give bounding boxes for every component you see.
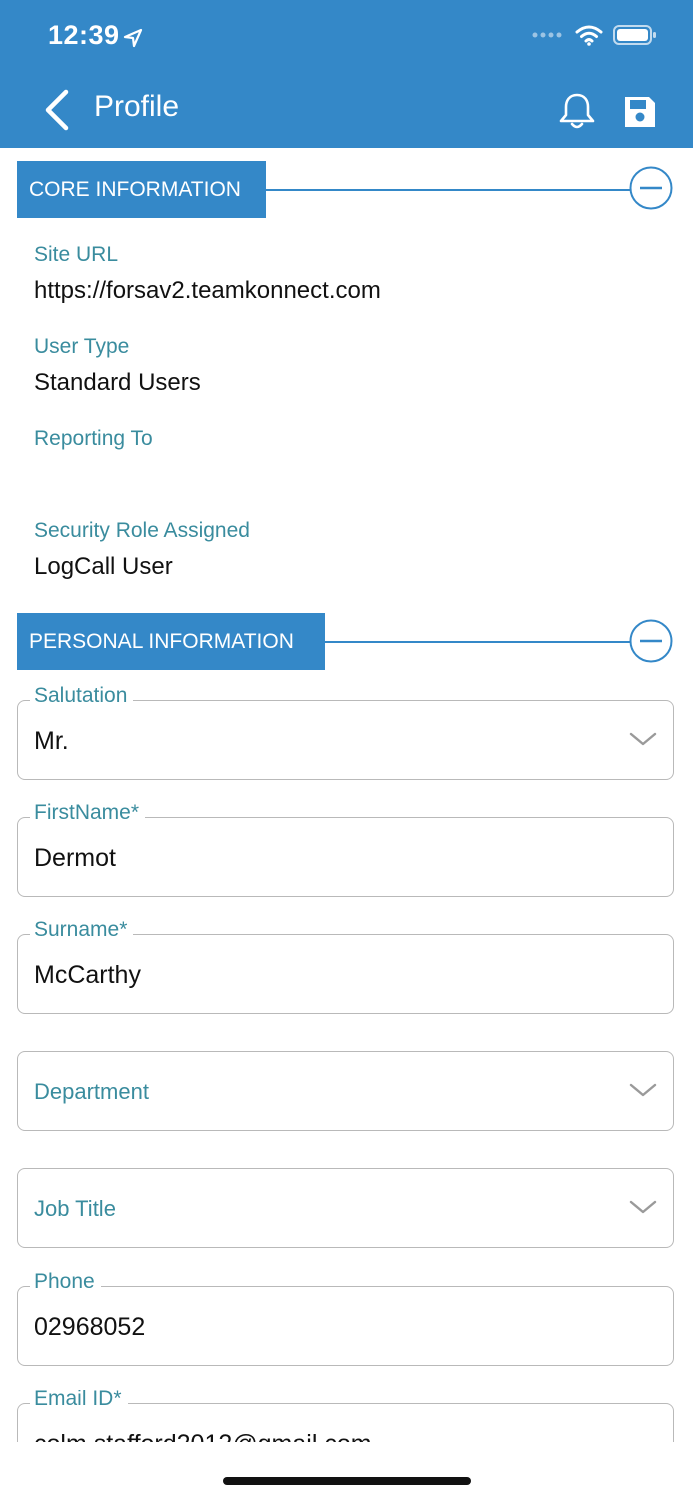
surname-field[interactable]: Surname* McCarthy <box>17 918 674 1014</box>
salutation-select[interactable]: Salutation Mr. <box>17 684 674 780</box>
status-time: 12:39 <box>48 20 120 50</box>
email-label: Email ID* <box>30 1390 128 1411</box>
collapse-personal-icon[interactable] <box>629 619 673 663</box>
section-divider <box>325 641 630 643</box>
wifi-icon <box>575 25 603 46</box>
surname-value: McCarthy <box>34 961 141 989</box>
phone-field[interactable]: Phone 02968052 <box>17 1270 674 1366</box>
section-title: PERSONAL INFORMATION <box>17 613 325 670</box>
firstname-value: Dermot <box>34 844 116 872</box>
job-title-placeholder: Job Title <box>34 1196 116 1221</box>
email-value: colm.stafford2012@gmail.com <box>34 1430 372 1442</box>
surname-label: Surname* <box>30 918 134 942</box>
department-placeholder: Department <box>34 1079 149 1104</box>
salutation-label: Salutation <box>30 684 134 708</box>
status-icons <box>531 24 657 46</box>
core-information-section-header: CORE INFORMATION <box>17 161 676 218</box>
collapse-core-icon[interactable] <box>629 166 673 210</box>
app-header: 12:39 Profile <box>0 0 693 148</box>
user-type-value: Standard Users <box>34 369 201 396</box>
battery-icon <box>613 25 656 45</box>
phone-label: Phone <box>30 1270 101 1294</box>
security-role-label: Security Role Assigned <box>34 519 250 542</box>
reporting-to-label: Reporting To <box>34 427 153 450</box>
cellular-signal-icon <box>532 32 562 38</box>
chevron-down-icon <box>629 1083 657 1097</box>
chevron-down-icon <box>629 732 657 746</box>
site-url-value: https://forsav2.teamkonnect.com <box>34 277 381 304</box>
home-indicator[interactable] <box>223 1477 471 1485</box>
site-url-label: Site URL <box>34 243 119 266</box>
page-title: Profile <box>94 90 180 123</box>
job-title-select[interactable]: Job Title <box>17 1168 674 1248</box>
firstname-field[interactable]: FirstName* Dermot <box>17 801 674 897</box>
user-type-label: User Type <box>34 335 130 358</box>
scroll-clip: Email ID* colm.stafford2012@gmail.com <box>0 1390 693 1442</box>
save-icon[interactable] <box>622 94 658 130</box>
personal-information-section-header: PERSONAL INFORMATION <box>17 613 676 670</box>
chevron-down-icon <box>629 1200 657 1214</box>
location-arrow-icon <box>123 28 143 48</box>
bell-icon[interactable] <box>556 90 598 132</box>
email-field[interactable]: Email ID* colm.stafford2012@gmail.com <box>17 1390 674 1442</box>
security-role-value: LogCall User <box>34 553 173 580</box>
section-title: CORE INFORMATION <box>17 161 266 218</box>
department-select[interactable]: Department <box>17 1051 674 1131</box>
section-divider <box>266 189 630 191</box>
phone-value: 02968052 <box>34 1313 146 1341</box>
salutation-value: Mr. <box>34 727 69 755</box>
firstname-label: FirstName* <box>30 801 146 825</box>
back-chevron-icon[interactable] <box>40 88 76 132</box>
